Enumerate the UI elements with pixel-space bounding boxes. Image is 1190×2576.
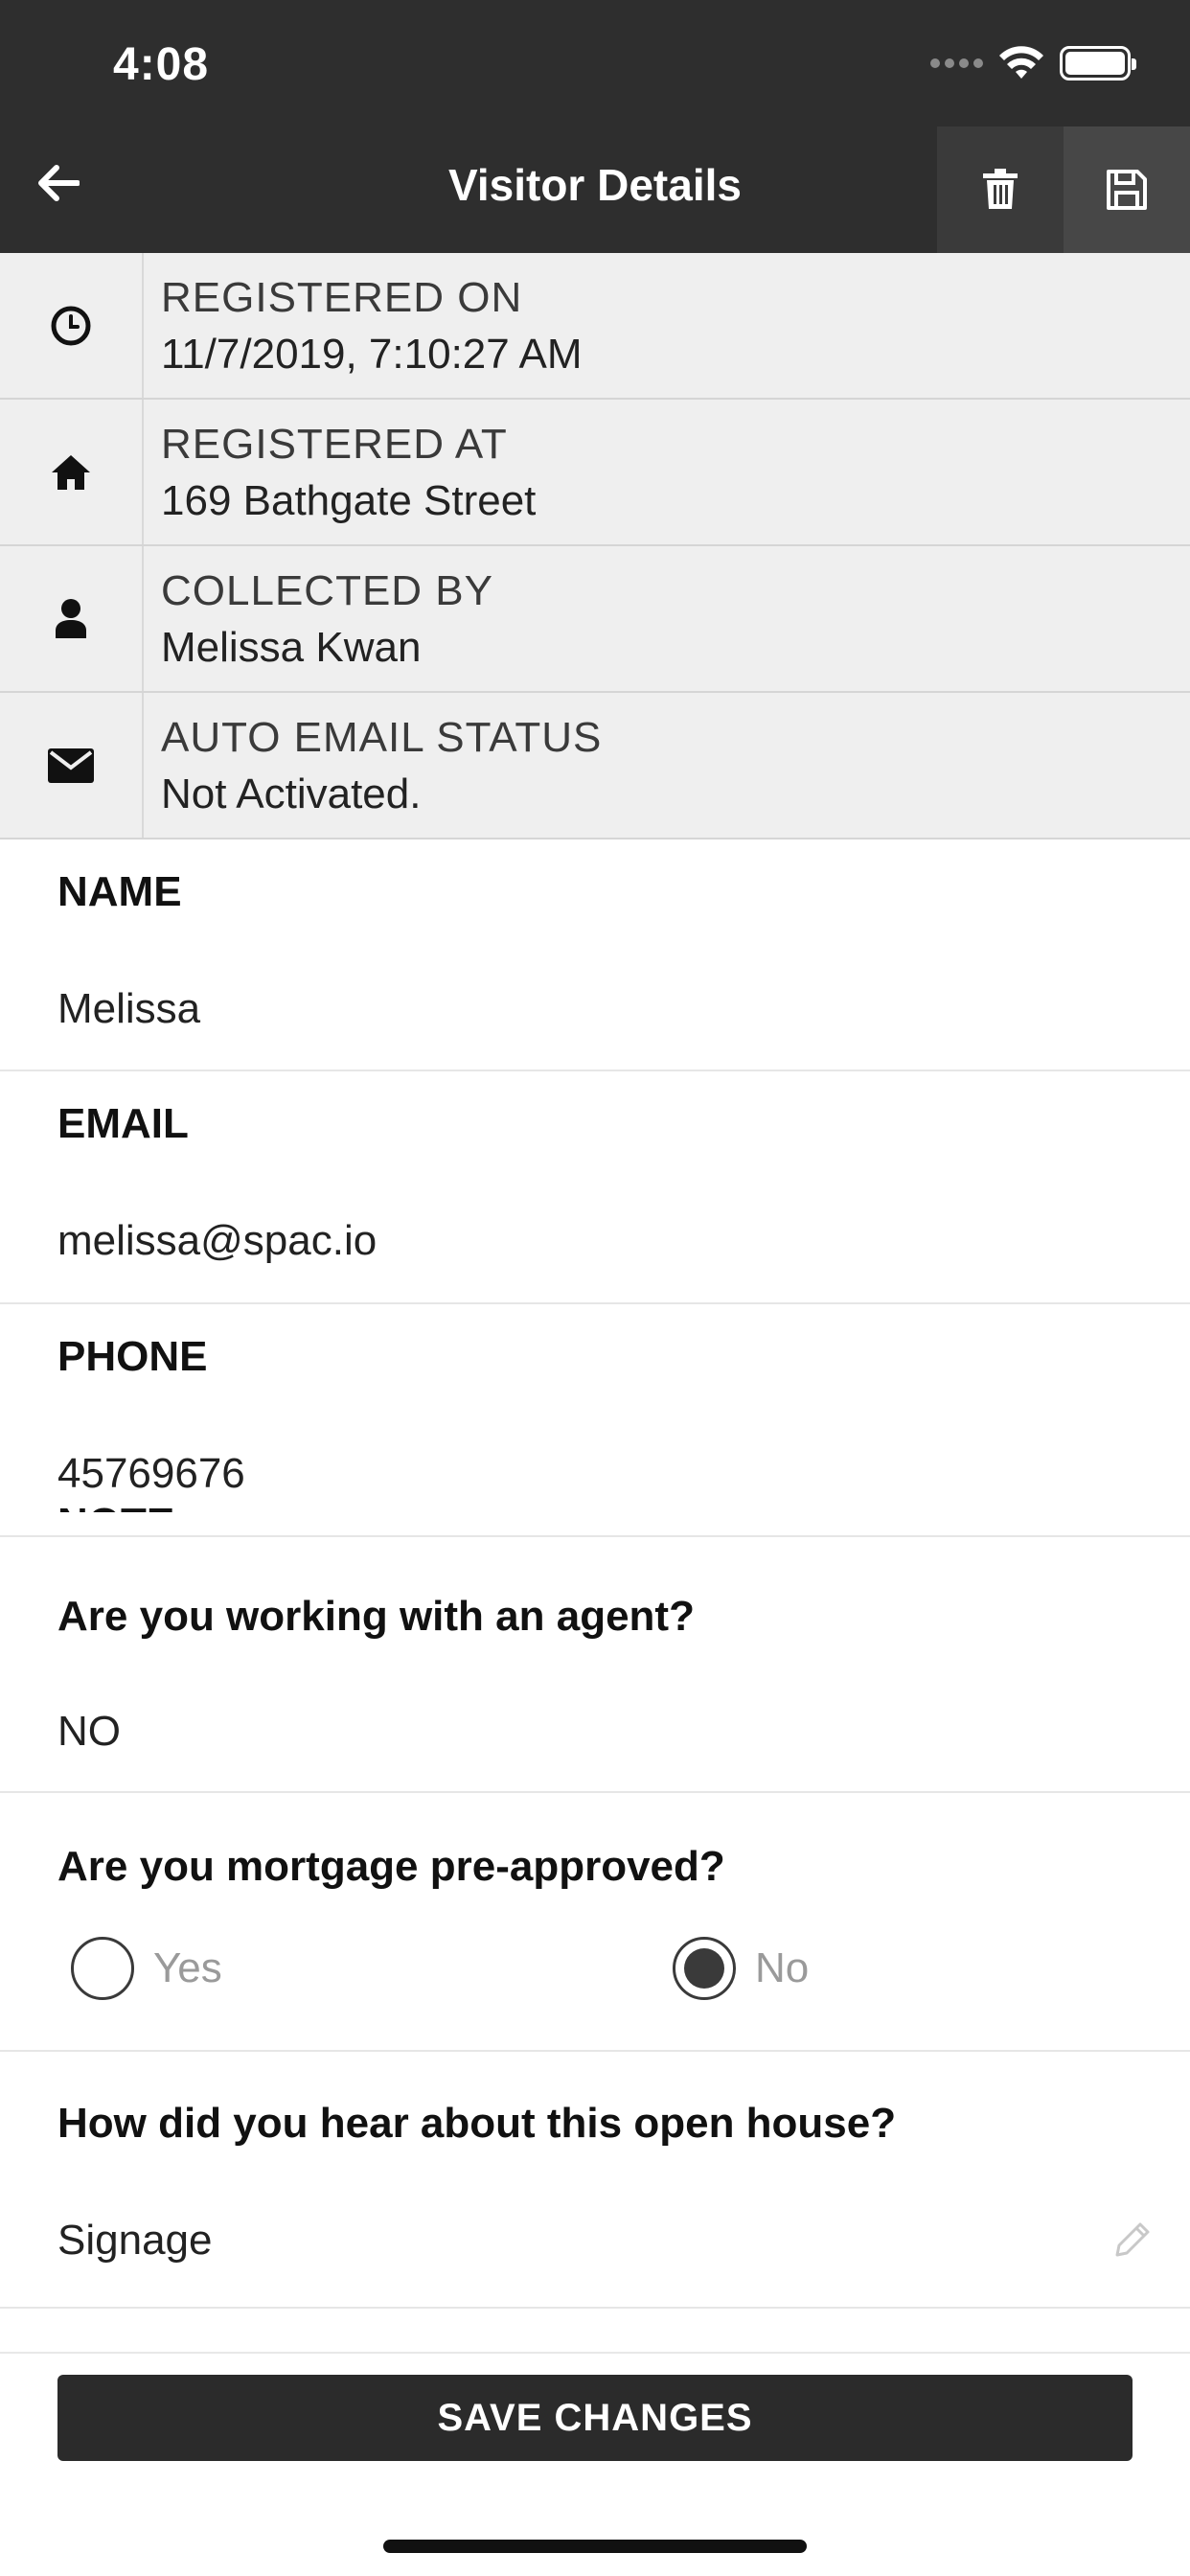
info-label: AUTO EMAIL STATUS — [161, 714, 603, 761]
info-label: REGISTERED ON — [161, 274, 523, 321]
app-header: 4:08 Visitor Details — [0, 0, 1190, 253]
info-value: 169 Bathgate Street — [161, 477, 537, 524]
email-field[interactable]: EMAIL melissa@spac.io — [0, 1071, 1190, 1304]
name-label: NAME — [57, 868, 182, 915]
floppy-disk-icon — [1107, 170, 1147, 210]
home-icon — [52, 454, 90, 490]
home-indicator[interactable] — [383, 2540, 807, 2553]
phone-label: PHONE — [57, 1333, 208, 1380]
name-input[interactable]: Melissa — [57, 985, 200, 1033]
delete-button[interactable] — [937, 126, 1064, 253]
info-value: Melissa Kwan — [161, 624, 422, 671]
info-row-collected-by: COLLECTED BY Melissa Kwan — [0, 546, 1190, 693]
name-field[interactable]: NAME Melissa — [0, 840, 1190, 1071]
status-icons — [930, 44, 1136, 82]
agent-question-label: Are you working with an agent? — [57, 1593, 695, 1640]
trash-icon — [983, 169, 1018, 209]
battery-icon — [1060, 46, 1136, 80]
radio-label-yes: Yes — [153, 1944, 222, 1991]
signal-icon — [930, 58, 983, 68]
footer: SAVE CHANGES — [0, 2352, 1190, 2576]
agent-answer[interactable]: NO — [57, 1708, 121, 1756]
wifi-icon — [999, 46, 1043, 79]
mortgage-question-field: Are you mortgage pre-approved? Yes No — [0, 1793, 1190, 2052]
hear-about-field[interactable]: How did you hear about this open house? … — [0, 2052, 1190, 2309]
info-row-registered-at: REGISTERED AT 169 Bathgate Street — [0, 400, 1190, 546]
status-time: 4:08 — [113, 39, 210, 90]
note-label: NOTE — [57, 1485, 174, 1512]
radio-checked-icon[interactable] — [673, 1937, 736, 2000]
info-value: 11/7/2019, 7:10:27 AM — [161, 331, 583, 378]
info-row-registered-on: REGISTERED ON 11/7/2019, 7:10:27 AM — [0, 253, 1190, 400]
agent-question-field[interactable]: Are you working with an agent? NO — [0, 1537, 1190, 1793]
user-icon — [56, 598, 86, 638]
radio-unchecked-icon[interactable] — [71, 1937, 134, 2000]
email-label: EMAIL — [57, 1100, 189, 1147]
hear-about-label: How did you hear about this open house? — [57, 2100, 897, 2147]
visitor-info-section: REGISTERED ON 11/7/2019, 7:10:27 AM REGI… — [0, 253, 1190, 840]
radio-label-no: No — [755, 1944, 810, 1991]
info-label: REGISTERED AT — [161, 421, 508, 468]
clock-icon — [51, 306, 91, 345]
info-label: COLLECTED BY — [161, 567, 493, 614]
pencil-icon[interactable] — [1110, 2217, 1156, 2263]
email-input[interactable]: melissa@spac.io — [57, 1217, 377, 1265]
info-row-auto-email-status: AUTO EMAIL STATUS Not Activated. — [0, 693, 1190, 840]
info-value: Not Activated. — [161, 770, 422, 817]
phone-field[interactable]: PHONE 45769676 — [0, 1304, 1190, 1537]
envelope-icon — [48, 748, 94, 783]
save-button[interactable] — [1064, 126, 1190, 253]
visitor-form: NAME Melissa EMAIL melissa@spac.io PHONE… — [0, 840, 1190, 2309]
hear-about-value[interactable]: Signage — [57, 2217, 212, 2265]
radio-option-yes[interactable]: Yes — [71, 1937, 222, 2000]
save-changes-button[interactable]: SAVE CHANGES — [57, 2375, 1133, 2461]
mortgage-question-label: Are you mortgage pre-approved? — [57, 1843, 725, 1890]
radio-option-no[interactable]: No — [673, 1937, 809, 2000]
